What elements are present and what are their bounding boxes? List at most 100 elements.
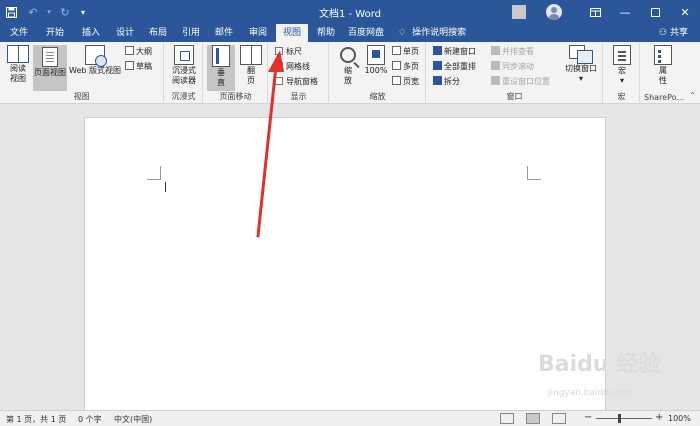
tab-review[interactable]: 审阅 <box>243 24 273 42</box>
navigation-pane-label: 导航窗格 <box>286 77 318 86</box>
arrange-all-button[interactable]: 全部重排 <box>433 61 476 73</box>
word-count[interactable]: 0 个字 <box>78 414 102 425</box>
draft-label: 草稿 <box>136 62 152 71</box>
split-label: 拆分 <box>444 77 460 86</box>
tab-baidu-netdisk[interactable]: 百度网盘 <box>344 24 388 42</box>
group-page-movement: 垂 直 翻 页 页面移动 <box>204 42 268 104</box>
text-cursor <box>165 182 166 192</box>
share-label: 共享 <box>669 28 688 38</box>
minimize-icon[interactable]: — <box>610 0 640 24</box>
vertical-button[interactable]: 垂 直 <box>207 45 235 91</box>
read-mode-view-icon[interactable] <box>500 413 514 424</box>
macros-icon <box>613 45 631 65</box>
view-side-by-side-label: 并排查看 <box>502 47 534 56</box>
group-show-label: 显示 <box>290 92 307 101</box>
magnifier-icon <box>340 47 356 63</box>
immersive-reader-label: 沉浸式 阅读器 <box>172 66 196 85</box>
web-layout-button[interactable]: Web 版式视图 <box>68 45 122 91</box>
new-window-label: 新建窗口 <box>444 47 476 56</box>
ribbon-tabs: 文件 开始 插入 设计 布局 引用 邮件 审阅 视图 帮助 百度网盘 ♢ 操作说明… <box>0 24 700 42</box>
zoom-out-icon[interactable]: − <box>584 412 592 423</box>
page-width-icon <box>392 76 401 85</box>
draft-icon <box>125 61 134 70</box>
reset-window-position-icon <box>491 76 500 85</box>
immersive-reader-icon <box>174 45 194 65</box>
ruler-checkbox-box[interactable] <box>275 47 283 55</box>
read-mode-button[interactable]: 阅读 视图 <box>4 45 32 91</box>
page-count[interactable]: 第 1 页，共 1 页 <box>6 414 66 425</box>
properties-button[interactable]: 属 性 <box>651 45 675 91</box>
arrange-all-label: 全部重排 <box>444 62 476 71</box>
zoom-button[interactable]: 缩 放 <box>334 45 362 91</box>
multiple-pages-icon <box>392 61 401 70</box>
collapse-ribbon-icon[interactable]: ⌃ <box>689 91 696 100</box>
side-to-side-button[interactable]: 翻 页 <box>237 45 265 91</box>
vertical-scrollbar[interactable] <box>688 105 700 410</box>
zoom-label: 缩 放 <box>344 66 352 85</box>
print-layout-button[interactable]: 页面视图 <box>33 45 67 91</box>
tab-home[interactable]: 开始 <box>40 24 70 42</box>
synchronous-scrolling-label: 同步滚动 <box>502 62 534 71</box>
close-icon[interactable]: ✕ <box>670 0 700 24</box>
print-layout-view-icon[interactable] <box>526 413 540 424</box>
group-sharepoint-label: SharePo... <box>644 93 685 102</box>
outline-icon <box>125 46 134 55</box>
web-layout-view-icon[interactable] <box>552 413 566 424</box>
zoom-level[interactable]: 100% <box>668 414 691 423</box>
view-side-by-side-button[interactable]: 并排查看 <box>491 46 534 58</box>
group-immersive: 沉浸式 阅读器 沉浸式 <box>165 42 203 104</box>
tab-insert[interactable]: 插入 <box>76 24 106 42</box>
one-page-button[interactable]: 单页 <box>392 46 419 58</box>
tab-references[interactable]: 引用 <box>176 24 206 42</box>
tab-layout[interactable]: 布局 <box>143 24 173 42</box>
gridlines-checkbox-box[interactable] <box>275 62 283 70</box>
one-page-label: 单页 <box>403 47 419 56</box>
macros-button[interactable]: 宏 ▾ <box>610 45 634 91</box>
side-to-side-label: 翻 页 <box>247 66 255 85</box>
document-page[interactable] <box>84 117 606 415</box>
arrange-all-icon <box>433 61 442 70</box>
share-button[interactable]: ⚇ 共享 <box>659 24 688 42</box>
macros-label: 宏 <box>618 66 626 75</box>
user-avatar[interactable] <box>546 4 562 20</box>
switch-windows-button[interactable]: 切换窗口 ▾ <box>561 45 601 91</box>
tab-view[interactable]: 视图 <box>276 24 308 42</box>
tab-design[interactable]: 设计 <box>110 24 140 42</box>
gridlines-checkbox[interactable]: 网格线 <box>275 61 310 73</box>
zoom-100-label: 100% <box>364 66 388 75</box>
macros-dropdown-icon: ▾ <box>619 76 624 85</box>
reset-window-position-label: 重设窗口位置 <box>502 77 550 86</box>
split-button[interactable]: 拆分 <box>433 76 460 88</box>
multiple-pages-button[interactable]: 多页 <box>392 61 419 73</box>
new-window-button[interactable]: 新建窗口 <box>433 46 476 58</box>
synchronous-scrolling-button[interactable]: 同步滚动 <box>491 61 534 73</box>
group-page-movement-label: 页面移动 <box>219 92 252 101</box>
ribbon-options-placeholder[interactable] <box>512 5 526 19</box>
zoom-slider-thumb[interactable] <box>618 414 621 423</box>
zoom-in-icon[interactable]: + <box>655 412 663 423</box>
split-icon <box>433 76 442 85</box>
ribbon-display-options-icon[interactable] <box>580 0 610 24</box>
reset-window-position-button[interactable]: 重设窗口位置 <box>491 76 550 88</box>
side-to-side-icon <box>240 45 262 65</box>
ruler-checkbox[interactable]: 标尺 <box>275 46 302 58</box>
tab-help[interactable]: 帮助 <box>311 24 341 42</box>
watermark-logo: Baidu 经验 <box>538 352 661 377</box>
navigation-pane-checkbox[interactable]: 导航窗格 <box>275 76 318 88</box>
tab-mailings[interactable]: 邮件 <box>209 24 239 42</box>
page-width-button[interactable]: 页宽 <box>392 76 419 88</box>
navigation-pane-checkbox-box[interactable] <box>275 77 283 85</box>
language-status[interactable]: 中文(中国) <box>114 414 152 425</box>
web-layout-label: Web 版式视图 <box>69 66 121 75</box>
one-page-icon <box>392 46 401 55</box>
draft-button[interactable]: 草稿 <box>125 61 152 73</box>
tab-file[interactable]: 文件 <box>4 24 34 42</box>
zoom-100-button[interactable]: 100% <box>363 45 389 91</box>
multiple-pages-label: 多页 <box>403 62 419 71</box>
tell-me-search[interactable]: ♢ 操作说明搜索 <box>398 24 466 42</box>
group-macros-label: 宏 <box>617 92 626 101</box>
immersive-reader-button[interactable]: 沉浸式 阅读器 <box>168 45 200 91</box>
outline-button[interactable]: 大纲 <box>125 46 152 58</box>
zoom-slider[interactable] <box>596 418 652 419</box>
maximize-icon[interactable] <box>640 0 670 24</box>
